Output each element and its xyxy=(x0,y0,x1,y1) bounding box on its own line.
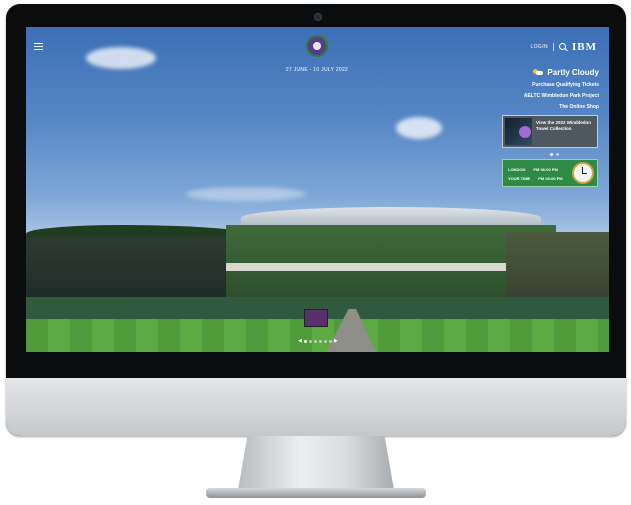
nav-divider xyxy=(553,43,554,51)
wimbledon-park-link[interactable]: AELTC Wimbledon Park Project xyxy=(524,93,599,99)
promo-thumbnail xyxy=(505,118,533,145)
cloud-decoration xyxy=(186,187,306,201)
clock-row-london: LONDON PM 06:00 PM xyxy=(508,167,558,172)
promo-pagination xyxy=(550,153,559,156)
carousel-dot[interactable] xyxy=(328,340,332,343)
login-link[interactable]: LOGIN xyxy=(530,44,548,50)
promo-dot[interactable] xyxy=(556,153,559,156)
cloud-decoration xyxy=(86,47,156,69)
camera-icon xyxy=(314,13,322,21)
scoreboard xyxy=(304,309,328,327)
quick-links: Purchase Qualifying Tickets AELTC Wimble… xyxy=(524,82,599,115)
clock-widget: LONDON PM 06:00 PM YOUR TIME PM 06:00 PM xyxy=(502,159,598,187)
cloud-decoration xyxy=(396,117,442,139)
carousel-next-arrow[interactable]: ▶ xyxy=(334,339,338,344)
tournament-dates: 27 JUNE - 10 JULY 2022 xyxy=(285,67,349,73)
hero-carousel-nav: ◀ ▶ xyxy=(298,339,338,344)
carousel-dot[interactable] xyxy=(323,340,327,343)
monitor-base xyxy=(206,488,426,498)
carousel-dot[interactable] xyxy=(318,340,322,343)
carousel-dot[interactable] xyxy=(308,340,312,343)
promo-card[interactable]: View the 2022 Wimbledon Towel Collection xyxy=(502,115,598,148)
promo-dot[interactable] xyxy=(550,153,553,156)
website-screen: 27 JUNE - 10 JULY 2022 LOGIN IBM Partly … xyxy=(26,27,609,352)
clock-time: PM 06:00 PM xyxy=(538,176,563,181)
promo-text: View the 2022 Wimbledon Towel Collection xyxy=(536,120,591,131)
clock-time: PM 06:00 PM xyxy=(533,167,558,172)
carousel-dot[interactable] xyxy=(313,340,317,343)
weather-widget: Partly Cloudy xyxy=(533,68,599,77)
purchase-tickets-link[interactable]: Purchase Qualifying Tickets xyxy=(524,82,599,88)
wimbledon-logo[interactable] xyxy=(306,35,328,57)
clock-row-local: YOUR TIME PM 06:00 PM xyxy=(508,176,563,181)
partly-cloudy-icon xyxy=(533,69,544,76)
carousel-dot[interactable] xyxy=(303,340,307,343)
carousel-prev-arrow[interactable]: ◀ xyxy=(298,339,302,344)
clock-label: YOUR TIME xyxy=(508,176,531,181)
monitor-stand xyxy=(238,436,394,490)
online-shop-link[interactable]: The Online Shop xyxy=(524,104,599,110)
ibm-logo[interactable]: IBM xyxy=(572,41,597,53)
search-icon[interactable] xyxy=(559,43,567,51)
hamburger-menu-icon[interactable] xyxy=(34,43,43,50)
weather-condition: Partly Cloudy xyxy=(547,68,599,77)
monitor-chin xyxy=(6,378,626,436)
clock-label: LONDON xyxy=(508,167,526,172)
clock-icon xyxy=(572,162,594,184)
top-right-nav: LOGIN IBM xyxy=(530,41,597,53)
